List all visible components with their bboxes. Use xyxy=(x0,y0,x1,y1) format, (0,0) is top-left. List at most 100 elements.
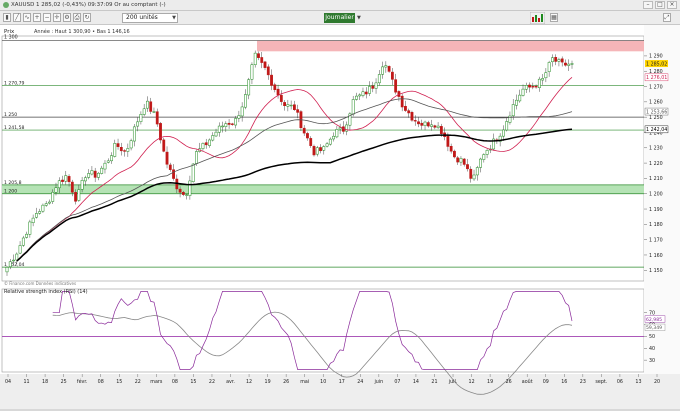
candle-up xyxy=(338,127,342,130)
price-tick-label: 1 160 xyxy=(649,253,663,259)
zoom-in-icon[interactable]: + xyxy=(33,13,41,22)
resistance-zone xyxy=(257,40,644,52)
candle-up xyxy=(217,125,221,133)
candle-down xyxy=(227,122,231,125)
rsi-value-label: 62,985 xyxy=(646,317,662,323)
candle-up xyxy=(384,65,388,68)
price-tick-label: 1 260 xyxy=(649,100,663,106)
print-icon[interactable]: ⎙ xyxy=(73,13,81,22)
grid-toggle-icon[interactable]: ▦ xyxy=(550,13,558,22)
crosshair-icon[interactable]: ✛ xyxy=(53,13,61,22)
candle-down xyxy=(433,125,437,128)
candle-down xyxy=(116,143,120,147)
candle-down xyxy=(426,122,430,127)
close-button[interactable]: × xyxy=(667,1,677,9)
price-tick-label: 1 210 xyxy=(649,176,663,182)
price-tick-label: 1 220 xyxy=(649,161,663,167)
time-tick-label: avr. xyxy=(226,379,235,385)
chart-type-icon[interactable]: ▮ xyxy=(3,13,11,22)
draw-tool-icon[interactable]: ╱ xyxy=(13,13,21,22)
candle-up xyxy=(185,194,189,196)
maximize-button[interactable]: □ xyxy=(655,1,665,9)
candle-up xyxy=(12,259,15,262)
price-tick-label: 1 180 xyxy=(649,222,663,228)
candle-down xyxy=(178,188,182,193)
candle-up xyxy=(87,173,91,178)
candle-down xyxy=(270,74,273,86)
candle-down xyxy=(564,62,567,66)
rsi-tick-label: 40 xyxy=(649,346,655,352)
chevron-down-icon[interactable]: ▼ xyxy=(357,13,361,23)
time-tick-label: 09 xyxy=(543,379,549,385)
candle-up xyxy=(485,150,489,155)
candle-up xyxy=(188,180,192,196)
candle-down xyxy=(534,85,538,88)
zoom-out-icon[interactable]: − xyxy=(43,13,51,22)
price-tick-label: 1 170 xyxy=(649,237,663,243)
candle-up xyxy=(358,94,362,97)
window-title-bar: XAUUSD 1 285,02 (-0,43%) 09:37:09 Or au … xyxy=(0,0,680,11)
candle-down xyxy=(309,138,313,146)
time-tick-label: mai xyxy=(300,379,309,385)
candle-down xyxy=(273,84,277,90)
units-select[interactable]: 200 unités ▼ xyxy=(122,13,178,23)
candle-up xyxy=(90,170,94,175)
price-tick-label: 1 150 xyxy=(649,268,663,274)
time-tick-label: 15 xyxy=(116,379,122,385)
time-tick-label: 16 xyxy=(561,379,567,385)
candle-up xyxy=(44,203,48,206)
candle-up xyxy=(34,213,38,218)
candle-down xyxy=(260,57,264,63)
candle-down xyxy=(407,110,411,114)
candle-up xyxy=(557,59,561,62)
settings-icon[interactable]: ⚙ xyxy=(63,13,71,22)
candle-up xyxy=(129,140,133,149)
refresh-icon[interactable]: ↻ xyxy=(83,13,91,22)
candle-down xyxy=(387,66,391,72)
candle-up xyxy=(48,201,51,204)
candle-down xyxy=(453,150,456,158)
ma-value-label: 1 242,04 xyxy=(646,127,667,133)
minimize-button[interactable]: – xyxy=(643,1,653,9)
candle-down xyxy=(283,102,287,106)
candle-up xyxy=(244,94,247,108)
indicator-icon[interactable]: ∿ xyxy=(23,13,31,22)
rsi-tick-label: 50 xyxy=(649,334,655,340)
candle-down xyxy=(149,101,153,112)
time-tick-label: 07 xyxy=(394,379,400,385)
time-tick-label: 08 xyxy=(172,379,178,385)
candle-up xyxy=(139,114,143,122)
chart-area[interactable]: 1 270,79 1 250 1 241,58 1 205,8 1 200 1 152,0… xyxy=(0,25,680,409)
expand-icon[interactable]: ⤢ xyxy=(663,13,671,22)
ma-value-label: 1 253,66 xyxy=(646,109,667,115)
candle-up xyxy=(208,139,211,146)
chevron-down-icon: ▼ xyxy=(172,15,176,21)
candle-up xyxy=(374,82,378,89)
period-select[interactable]: Journalier xyxy=(324,13,355,23)
instrument-icon xyxy=(3,2,9,8)
candle-up xyxy=(106,160,110,163)
time-tick-label: 25 xyxy=(61,379,67,385)
price-tick-label: 1 270 xyxy=(649,84,663,90)
price-panel[interactable] xyxy=(1,35,645,282)
candle-up xyxy=(325,143,329,147)
candle-up xyxy=(537,78,541,88)
time-tick-label: 22 xyxy=(209,379,215,385)
price-chart[interactable]: 1 270,791 2501 241,581 205,81 2001 152,0… xyxy=(0,25,680,409)
candle-down xyxy=(296,109,300,113)
candle-down xyxy=(420,122,424,126)
candle-up xyxy=(38,211,42,214)
candle-down xyxy=(410,112,414,121)
candle-up xyxy=(459,158,463,163)
candle-down xyxy=(119,147,123,152)
time-tick-label: mars xyxy=(150,379,163,385)
candle-down xyxy=(394,79,398,93)
price-tick-label: 1 200 xyxy=(649,192,663,198)
candle-up xyxy=(472,174,476,180)
time-tick-label: 17 xyxy=(339,379,345,385)
year-range-info: Année : Haut 1 300,90 • Bas 1 146,16 xyxy=(34,28,130,35)
candle-up xyxy=(83,177,87,182)
candle-up xyxy=(195,151,198,164)
candle-up xyxy=(28,221,32,235)
candle-up xyxy=(237,115,241,119)
